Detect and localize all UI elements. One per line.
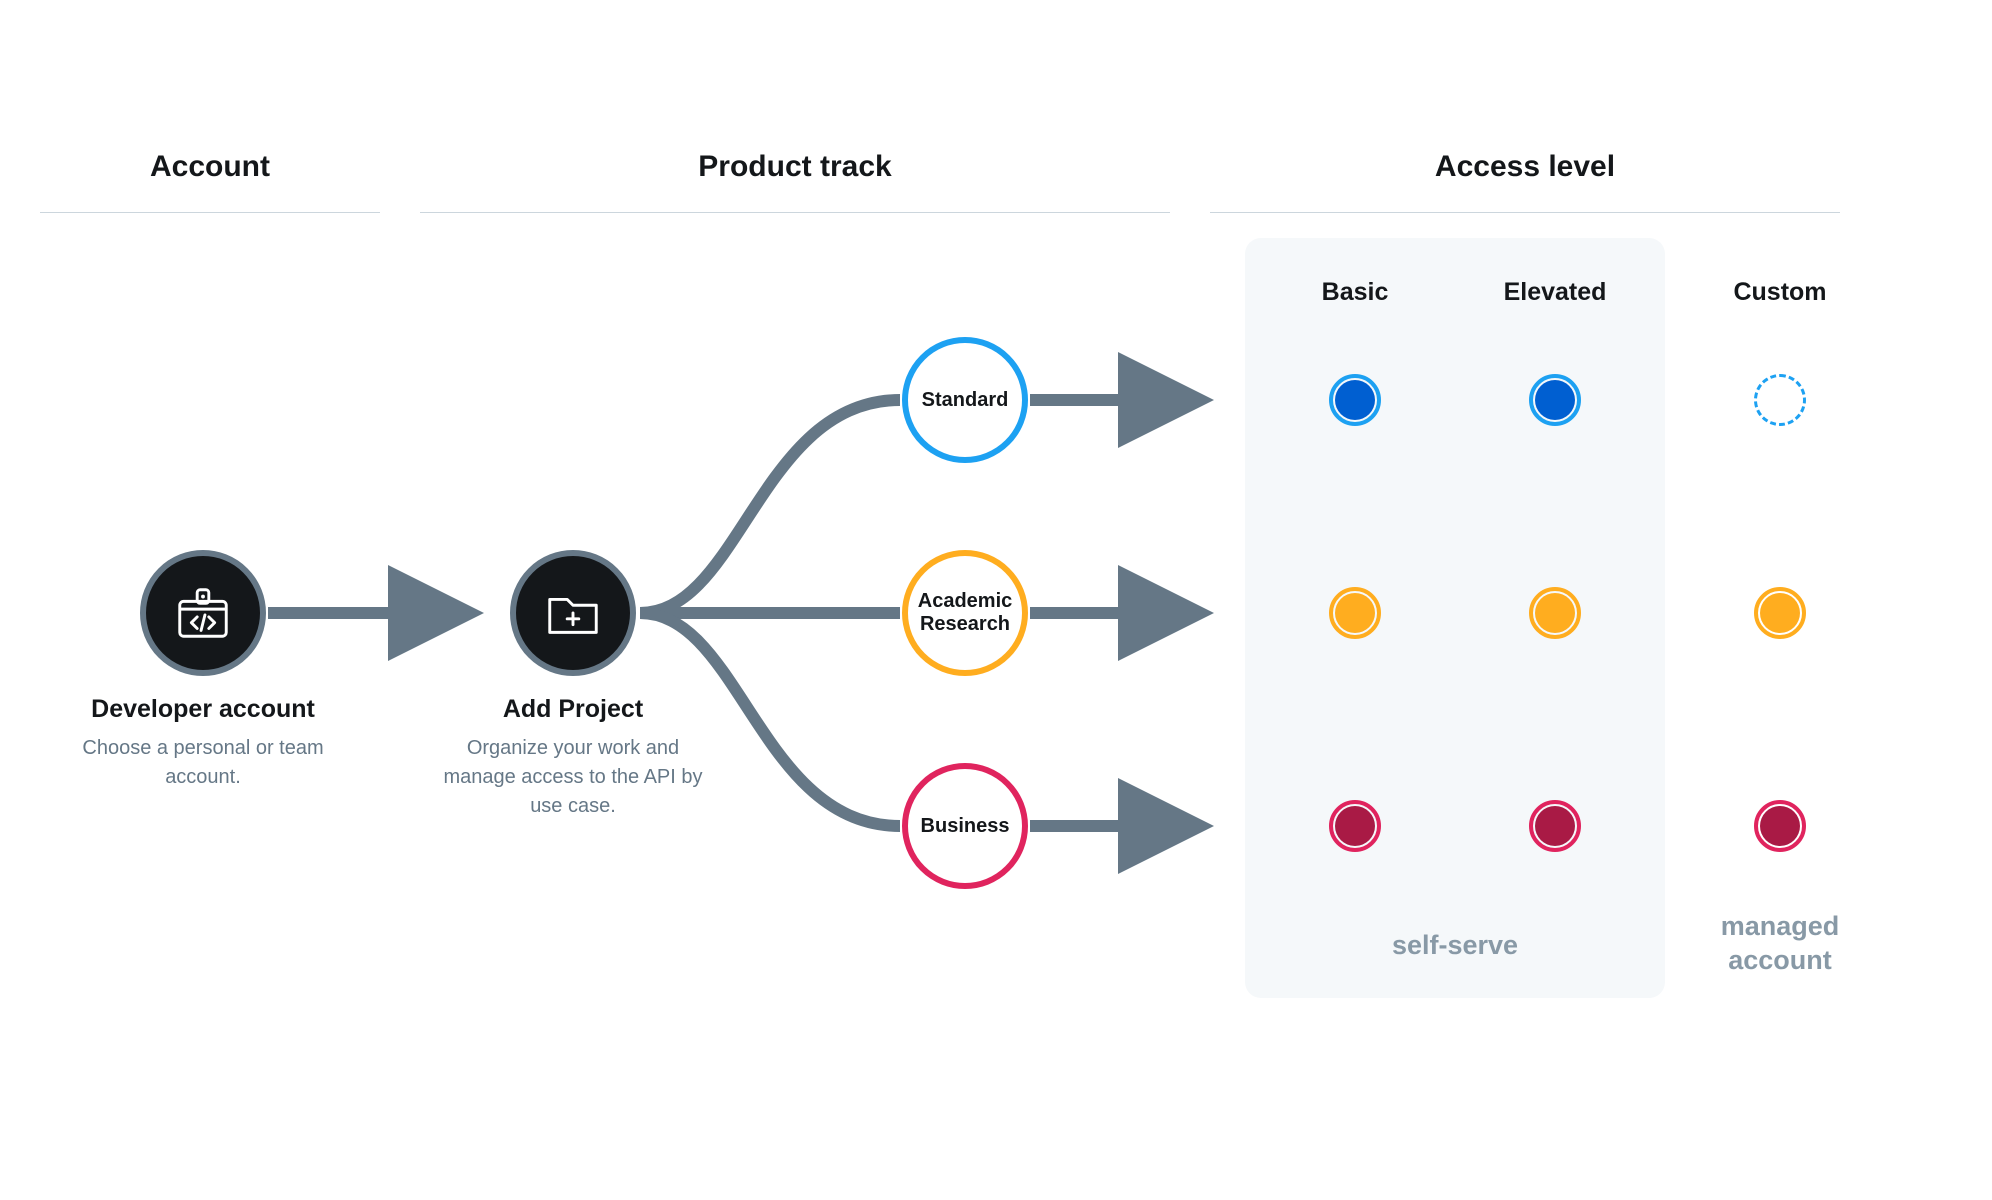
dot-academic-custom xyxy=(1760,593,1800,633)
add-project-title: Add Project xyxy=(433,695,713,724)
developer-account-title: Developer account xyxy=(63,695,343,724)
track-standard-label: Standard xyxy=(922,389,1009,412)
section-header-access-level: Access level xyxy=(1210,150,1840,213)
access-col-custom: Custom xyxy=(1700,278,1860,307)
add-project-label: Add Project Organize your work and manag… xyxy=(433,695,713,821)
dot-academic-elevated xyxy=(1535,593,1575,633)
track-academic-label: Academic Research xyxy=(908,590,1022,636)
dot-standard-elevated xyxy=(1535,380,1575,420)
section-header-account: Account xyxy=(40,150,380,213)
access-col-elevated: Elevated xyxy=(1475,278,1635,307)
footer-self-serve: self-serve xyxy=(1245,930,1665,961)
add-folder-icon xyxy=(542,582,604,644)
developer-account-label: Developer account Choose a personal or t… xyxy=(63,695,343,792)
add-project-subtitle: Organize your work and manage access to … xyxy=(433,734,713,821)
track-standard-node: Standard xyxy=(902,337,1028,463)
track-business-label: Business xyxy=(921,815,1010,838)
section-header-product-track: Product track xyxy=(420,150,1170,213)
track-academic-node: Academic Research xyxy=(902,550,1028,676)
developer-account-node xyxy=(140,550,266,676)
dot-business-basic xyxy=(1335,806,1375,846)
dot-business-custom xyxy=(1760,806,1800,846)
track-business-node: Business xyxy=(902,763,1028,889)
self-serve-panel xyxy=(1245,238,1665,998)
code-folder-icon xyxy=(172,582,234,644)
footer-managed-account: managed account xyxy=(1690,910,1870,978)
access-col-basic: Basic xyxy=(1275,278,1435,307)
dot-academic-basic xyxy=(1335,593,1375,633)
dot-standard-custom-ring xyxy=(1754,374,1806,426)
add-project-node xyxy=(510,550,636,676)
dot-business-elevated xyxy=(1535,806,1575,846)
dot-standard-basic xyxy=(1335,380,1375,420)
developer-account-subtitle: Choose a personal or team account. xyxy=(63,734,343,792)
